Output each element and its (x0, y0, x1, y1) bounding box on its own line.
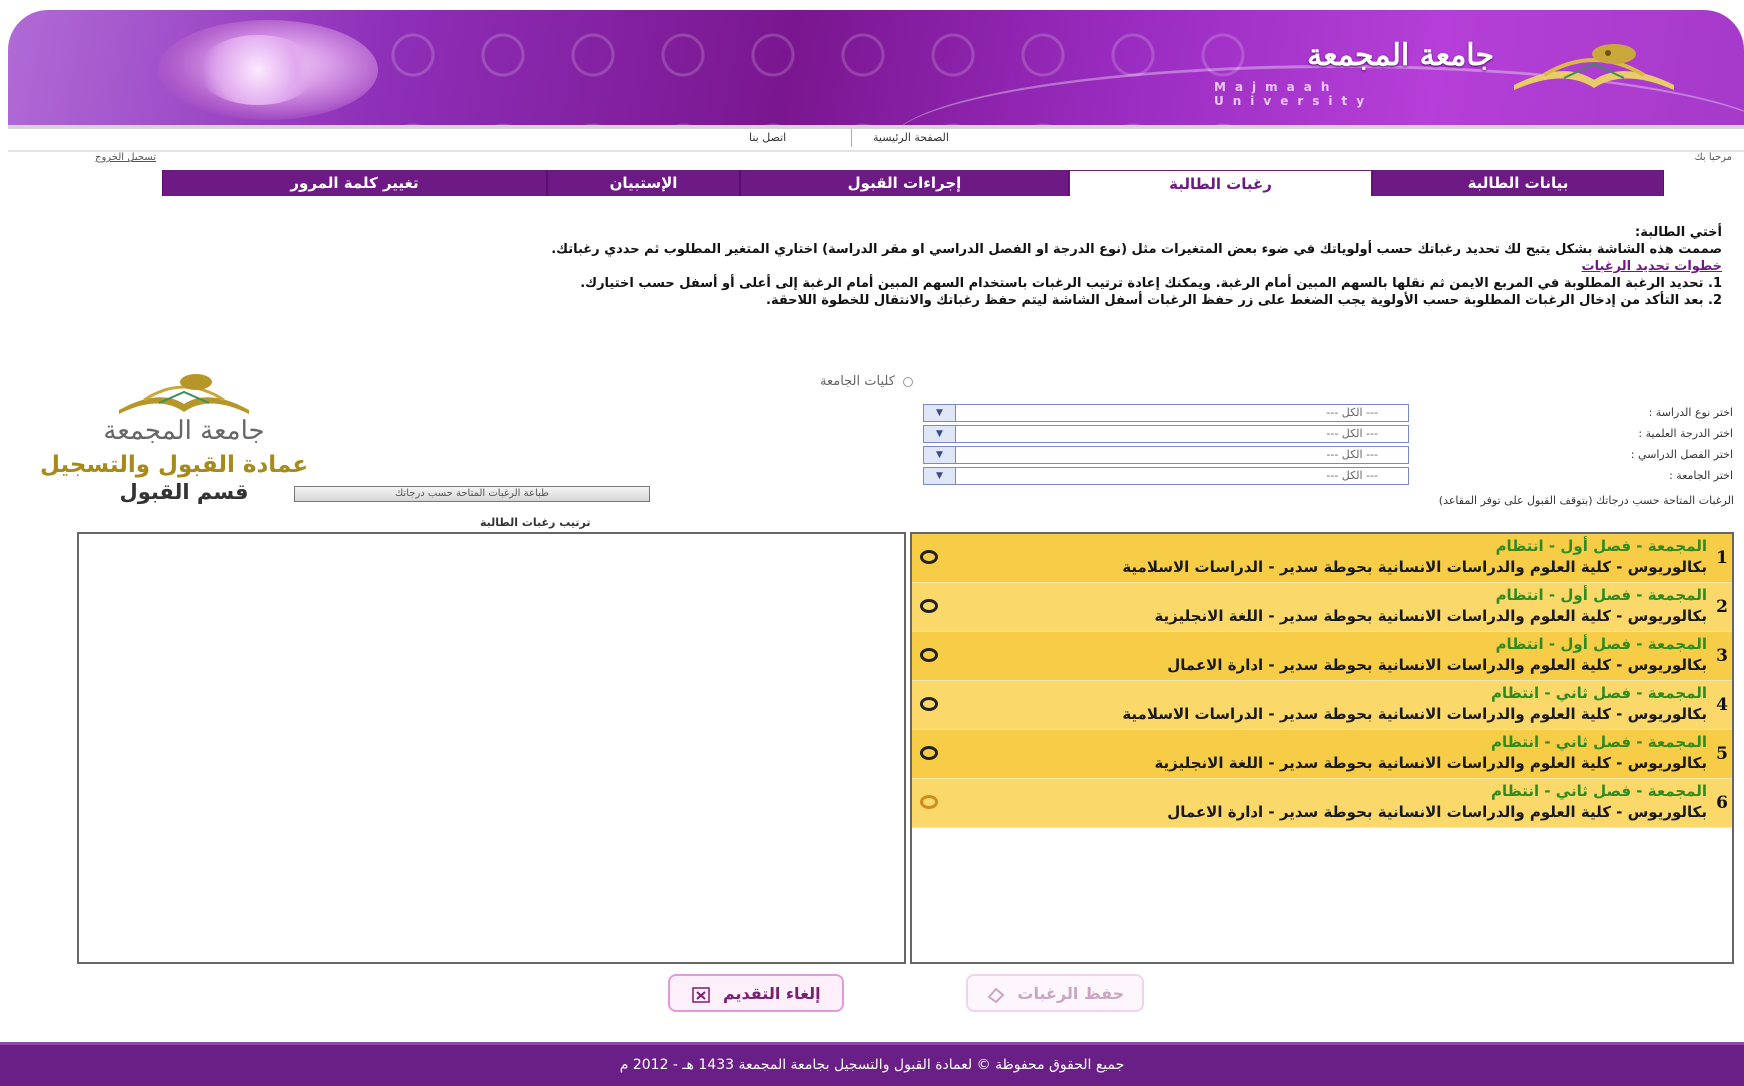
list-item[interactable]: 3 المجمعة - فصل أول - انتظام بكالوريوس -… (912, 632, 1732, 681)
filter-degree: اختر الدرجة العلمية : --- الكل --- ▼ (923, 425, 1733, 443)
list-item[interactable]: 1 المجمعة - فصل أول - انتظام بكالوريوس -… (912, 534, 1732, 583)
tab-student-data[interactable]: بيانات الطالبة (1372, 170, 1664, 196)
deanship-logo: جامعة المجمعة عمادة القبول والتسجيل قسم … (14, 370, 334, 510)
available-wishes-list[interactable]: 1 المجمعة - فصل أول - انتظام بكالوريوس -… (910, 532, 1734, 964)
list-item[interactable]: 2 المجمعة - فصل أول - انتظام بكالوريوس -… (912, 583, 1732, 632)
save-wishes-label: حفظ الرغبات (1017, 984, 1125, 1003)
move-wish-icon[interactable] (920, 746, 938, 760)
book-logo-icon (119, 374, 249, 414)
filter-label: اختر الجامعة : (1669, 469, 1733, 482)
wish-program: بكالوريوس - كلية العلوم والدراسات الانسا… (1122, 705, 1707, 723)
nav-home-link[interactable]: الصفحة الرئيسية (873, 131, 949, 144)
select-value: --- الكل --- (1326, 427, 1378, 440)
wish-program: بكالوريوس - كلية العلوم والدراسات الانسا… (1154, 607, 1707, 625)
wish-number: 1 (1716, 548, 1728, 568)
wish-program: بكالوريوس - كلية العلوم والدراسات الانسا… (1167, 656, 1707, 674)
chevron-down-icon[interactable]: ▼ (924, 447, 956, 463)
university-name-en: Majmaah University (1214, 80, 1374, 108)
university-name-ar: جامعة المجمعة (1307, 38, 1494, 73)
instructions: أختي الطالبة: صممت هذه الشاشة بشكل يتيح … (142, 224, 1722, 309)
available-wishes-label: الرغبات المتاحة حسب درجاتك (بتوقف القبول… (1438, 494, 1734, 507)
logo-department-name: قسم القبول (119, 480, 249, 504)
wish-program: بكالوريوس - كلية العلوم والدراسات الانسا… (1154, 754, 1707, 772)
book-logo-icon (1514, 44, 1674, 90)
wish-number: 2 (1716, 597, 1728, 617)
steps-title: خطوات تحديد الرغبات (1581, 259, 1722, 274)
close-icon (692, 986, 711, 1003)
wish-number: 6 (1716, 793, 1728, 813)
tab-admission-procedures[interactable]: إجراءات القبول (740, 170, 1069, 196)
move-wish-icon[interactable] (920, 795, 938, 809)
logo-deanship-name: عمادة القبول والتسجيل (39, 452, 309, 478)
cancel-application-button[interactable]: إلغاء التقديم (668, 974, 844, 1012)
move-wish-icon[interactable] (920, 599, 938, 613)
wish-location: المجمعة - فصل ثاني - انتظام (1490, 782, 1707, 800)
main-tabs: بيانات الطالبة رغبات الطالبة إجراءات الق… (162, 170, 1664, 196)
tab-change-password[interactable]: تغيير كلمة المرور (162, 170, 547, 196)
wish-location: المجمعة - فصل ثاني - انتظام (1490, 733, 1707, 751)
eraser-icon (987, 987, 1005, 1003)
degree-select[interactable]: --- الكل --- ▼ (923, 425, 1409, 443)
top-nav: الصفحة الرئيسية اتصل بنا (0, 129, 1744, 151)
chevron-down-icon[interactable]: ▼ (924, 405, 956, 421)
rose-image-center (198, 35, 318, 105)
header-banner: جامعة المجمعة Majmaah University (8, 10, 1744, 125)
study-type-select[interactable]: --- الكل --- ▼ (923, 404, 1409, 422)
nav-separator (851, 129, 852, 147)
instructions-step-1: 1. تحديد الرغبة المطلوبة في المربع الايم… (580, 276, 1722, 291)
filter-label: اختر نوع الدراسة : (1648, 406, 1733, 419)
filter-study-type: اختر نوع الدراسة : --- الكل --- ▼ (923, 404, 1733, 422)
print-wishes-button[interactable]: طباعة الرغبات المتاحة حسب درجاتك (294, 486, 650, 502)
list-item[interactable]: 4 المجمعة - فصل ثاني - انتظام بكالوريوس … (912, 681, 1732, 730)
chevron-down-icon[interactable]: ▼ (924, 468, 956, 484)
wish-number: 3 (1716, 646, 1728, 666)
wish-number: 4 (1716, 695, 1728, 715)
select-value: --- الكل --- (1326, 448, 1378, 461)
cancel-application-label: إلغاء التقديم (722, 984, 821, 1003)
filter-label: اختر الفصل الدراسي : (1630, 448, 1733, 461)
colleges-radio[interactable]: كليات الجامعة (820, 374, 914, 389)
instructions-greeting: أختي الطالبة: (1635, 225, 1722, 240)
move-wish-icon[interactable] (920, 550, 938, 564)
wish-location: المجمعة - فصل ثاني - انتظام (1490, 684, 1707, 702)
list-item[interactable]: 6 المجمعة - فصل ثاني - انتظام بكالوريوس … (912, 779, 1732, 828)
instructions-step-2: 2. بعد التأكد من إدخال الرغبات المطلوبة … (766, 293, 1722, 308)
wish-number: 5 (1716, 744, 1728, 764)
ranked-wishes-list[interactable] (77, 532, 906, 964)
university-select[interactable]: --- الكل --- ▼ (923, 467, 1409, 485)
move-wish-icon[interactable] (920, 648, 938, 662)
wish-program: بكالوريوس - كلية العلوم والدراسات الانسا… (1167, 803, 1707, 821)
wish-location: المجمعة - فصل أول - انتظام (1495, 537, 1707, 555)
move-wish-icon[interactable] (920, 697, 938, 711)
tab-student-wishes[interactable]: رغبات الطالبة (1069, 170, 1372, 196)
rank-list-label: ترتيب رغبات الطالبة (480, 516, 591, 529)
footer: جميع الحقوق محفوظة © لعمادة القبول والتس… (0, 1042, 1744, 1086)
instructions-intro: صممت هذه الشاشة بشكل يتيح لك تحديد رغبات… (551, 242, 1722, 257)
save-wishes-button[interactable]: حفظ الرغبات (966, 974, 1144, 1012)
semester-select[interactable]: --- الكل --- ▼ (923, 446, 1409, 464)
wish-location: المجمعة - فصل أول - انتظام (1495, 586, 1707, 604)
list-item[interactable]: 5 المجمعة - فصل ثاني - انتظام بكالوريوس … (912, 730, 1732, 779)
radio-icon[interactable] (903, 376, 914, 387)
wish-program: بكالوريوس - كلية العلوم والدراسات الانسا… (1122, 558, 1707, 576)
select-value: --- الكل --- (1326, 469, 1378, 482)
select-value: --- الكل --- (1326, 406, 1378, 419)
tab-questionnaire[interactable]: الإستبيان (547, 170, 740, 196)
filter-university: اختر الجامعة : --- الكل --- ▼ (923, 467, 1733, 485)
wish-location: المجمعة - فصل أول - انتظام (1495, 635, 1707, 653)
nav-divider (8, 150, 1744, 152)
welcome-text: مرحبا بك (1694, 152, 1732, 163)
footer-copyright: جميع الحقوق محفوظة © لعمادة القبول والتس… (619, 1057, 1125, 1073)
filter-semester: اختر الفصل الدراسي : --- الكل --- ▼ (923, 446, 1733, 464)
logout-link[interactable]: تسجيل الخروج (95, 152, 156, 163)
chevron-down-icon[interactable]: ▼ (924, 426, 956, 442)
nav-contact-link[interactable]: اتصل بنا (749, 131, 786, 144)
logo-university-name: جامعة المجمعة (103, 416, 265, 446)
colleges-radio-label: كليات الجامعة (820, 374, 895, 389)
university-logo: جامعة المجمعة Majmaah University (1214, 38, 1684, 108)
filter-label: اختر الدرجة العلمية : (1638, 427, 1733, 440)
